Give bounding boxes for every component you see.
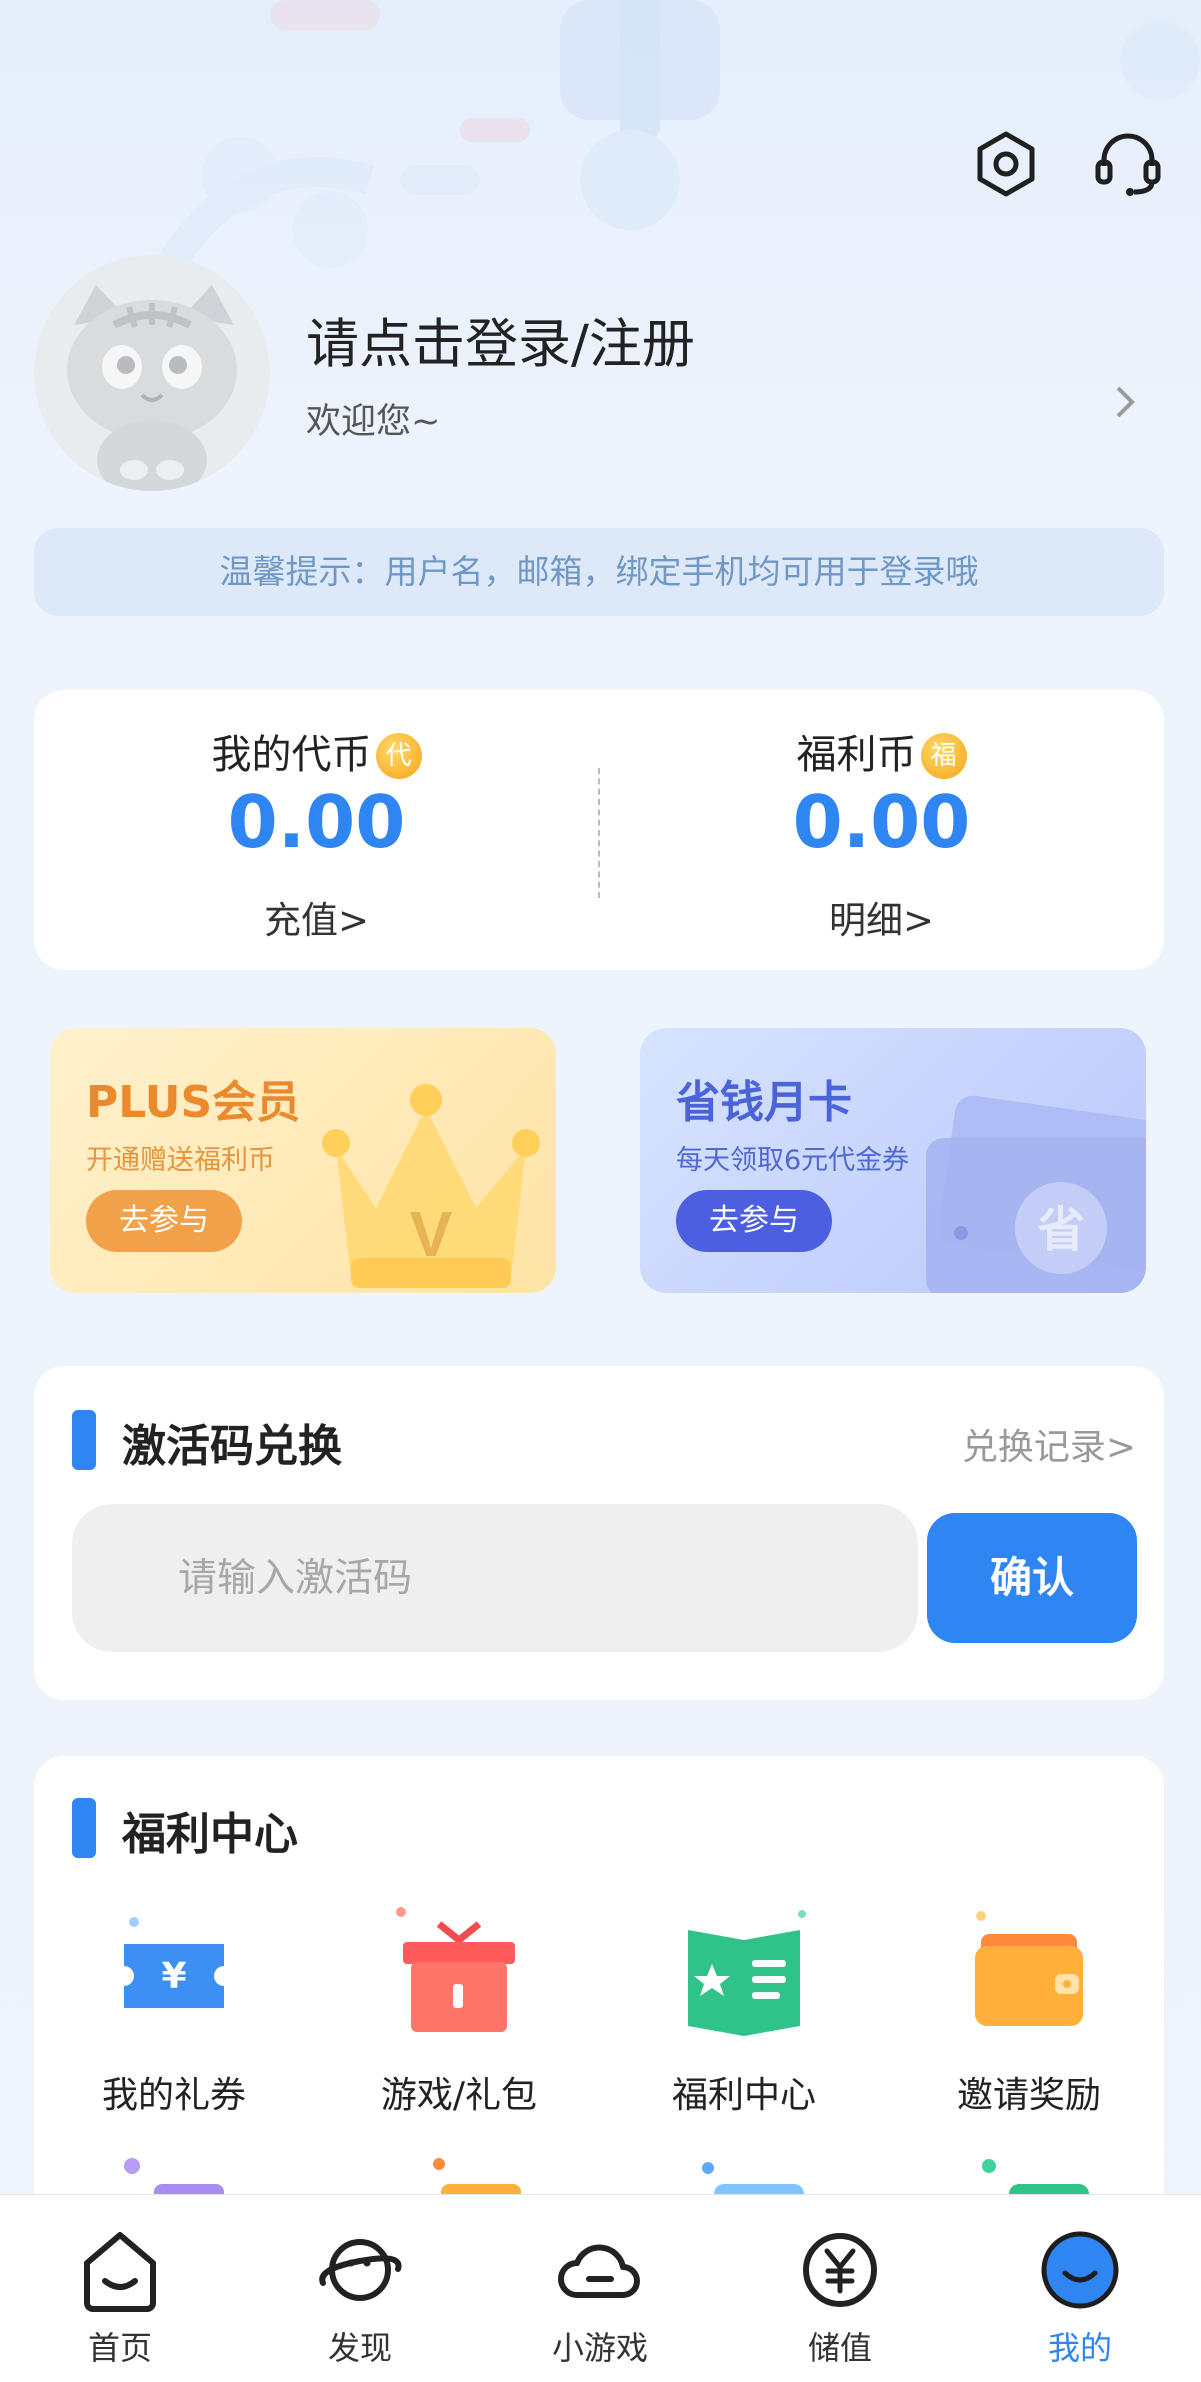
svg-text:V: V bbox=[410, 1198, 453, 1270]
settings-icon[interactable] bbox=[970, 128, 1042, 200]
welfare-coin-label: 福利币福 bbox=[599, 722, 1164, 780]
grid-item-game-gifts[interactable]: 游戏/礼包 bbox=[339, 1904, 579, 2118]
grid-item-welfare-center[interactable]: 福利中心 bbox=[624, 1904, 864, 2118]
nav-mini-games[interactable]: 小游戏 bbox=[480, 2195, 720, 2382]
activation-title: 激活码兑换 bbox=[122, 1421, 342, 1472]
grid-item-invite-rewards[interactable]: 邀请奖励 bbox=[909, 1904, 1149, 2118]
bottom-navigation: 首页 发现 小游戏 储值 我的 bbox=[0, 2194, 1201, 2382]
section-marker bbox=[72, 1410, 96, 1470]
token-balance[interactable]: 我的代币代 0.00 充值> bbox=[34, 690, 599, 970]
nav-home[interactable]: 首页 bbox=[0, 2195, 240, 2382]
nav-discover[interactable]: 发现 bbox=[240, 2195, 480, 2382]
planet-icon bbox=[319, 2239, 402, 2301]
token-value: 0.00 bbox=[227, 780, 406, 864]
nav-label: 首页 bbox=[87, 2329, 152, 2367]
monthly-join-button[interactable]: 去参与 bbox=[676, 1190, 832, 1252]
token-label-text: 我的代币 bbox=[211, 732, 372, 778]
recharge-link[interactable]: 充值> bbox=[34, 890, 599, 944]
token-label: 我的代币代 bbox=[34, 722, 599, 780]
confirm-button[interactable]: 确认 bbox=[927, 1513, 1137, 1643]
nav-label: 我的 bbox=[1047, 2329, 1112, 2367]
nav-mine[interactable]: 我的 bbox=[960, 2195, 1200, 2382]
avatar[interactable] bbox=[34, 255, 270, 491]
gift-box-icon bbox=[396, 1907, 515, 2032]
redeem-history-link[interactable]: 兑换记录> bbox=[962, 1418, 1136, 1470]
monthly-card-title: 省钱月卡 bbox=[676, 1077, 852, 1128]
profile-icon bbox=[1041, 2231, 1119, 2309]
login-tip-banner: 温馨提示：用户名，邮箱，绑定手机均可用于登录哦 bbox=[34, 528, 1164, 616]
plus-member-card[interactable]: V PLUS会员 开通赠送福利币 去参与 bbox=[50, 1028, 556, 1293]
cat-avatar-icon bbox=[67, 285, 237, 491]
login-register-link[interactable]: 请点击登录/注册 bbox=[306, 302, 695, 378]
savings-card-icon: 省 bbox=[926, 1095, 1146, 1293]
section-marker bbox=[72, 1798, 96, 1858]
activation-code-input[interactable] bbox=[72, 1504, 918, 1652]
nav-recharge[interactable]: 储值 bbox=[720, 2195, 960, 2382]
balance-card: 我的代币代 0.00 充值> 福利币福 0.00 明细> bbox=[34, 690, 1164, 970]
plus-member-subtitle: 开通赠送福利币 bbox=[86, 1145, 275, 1176]
monthly-card-subtitle: 每天领取6元代金券 bbox=[676, 1145, 910, 1176]
welfare-center-title: 福利中心 bbox=[122, 1809, 298, 1860]
welfare-coin-label-text: 福利币 bbox=[796, 732, 917, 778]
welfare-book-icon bbox=[688, 1910, 806, 2036]
welcome-text: 欢迎您~ bbox=[306, 402, 441, 442]
plus-member-title: PLUS会员 bbox=[86, 1077, 301, 1128]
nav-label: 小游戏 bbox=[551, 2329, 648, 2367]
grid-label: 福利中心 bbox=[671, 2075, 816, 2116]
welfare-coin-icon: 福 bbox=[920, 733, 967, 779]
cloud-game-icon bbox=[558, 2244, 640, 2298]
grid-item-coupons[interactable]: ¥ 我的礼券 bbox=[54, 1904, 294, 2118]
plus-join-button[interactable]: 去参与 bbox=[86, 1190, 242, 1252]
chevron-right-icon[interactable] bbox=[1110, 382, 1140, 422]
welfare-coin-value: 0.00 bbox=[792, 780, 971, 864]
token-coin-icon: 代 bbox=[375, 733, 422, 779]
svg-text:省: 省 bbox=[1037, 1202, 1085, 1258]
home-icon bbox=[84, 2232, 156, 2312]
svg-text:¥: ¥ bbox=[161, 1956, 186, 1997]
nav-label: 发现 bbox=[327, 2329, 392, 2367]
grid-label: 我的礼券 bbox=[101, 2075, 246, 2116]
customer-service-icon[interactable] bbox=[1092, 128, 1164, 200]
activation-code-card: 激活码兑换 兑换记录> 确认 bbox=[34, 1366, 1164, 1700]
welfare-balance[interactable]: 福利币福 0.00 明细> bbox=[599, 690, 1164, 970]
crown-icon: V bbox=[322, 1084, 540, 1288]
details-link[interactable]: 明细> bbox=[599, 890, 1164, 944]
coupon-icon: ¥ bbox=[124, 1917, 224, 2008]
yuan-coin-icon bbox=[803, 2233, 877, 2307]
wallet-icon bbox=[975, 1911, 1083, 2026]
monthly-card[interactable]: 省 省钱月卡 每天领取6元代金券 去参与 bbox=[640, 1028, 1146, 1293]
grid-label: 游戏/礼包 bbox=[380, 2075, 538, 2116]
grid-label: 邀请奖励 bbox=[956, 2075, 1101, 2116]
nav-label: 储值 bbox=[807, 2329, 872, 2367]
